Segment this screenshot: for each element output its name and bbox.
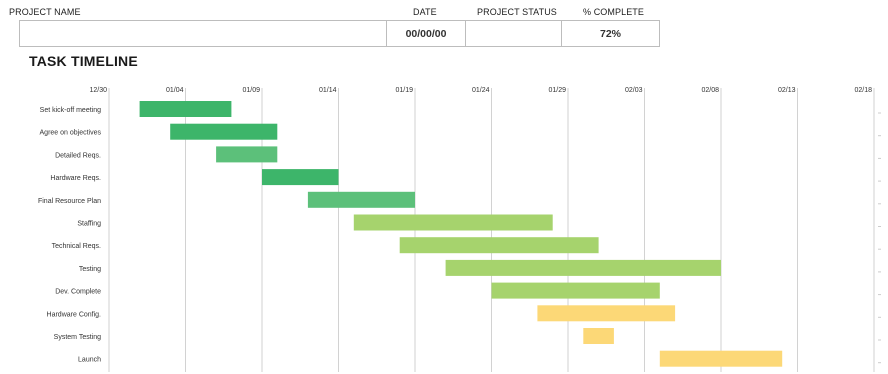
x-tick-label: 02/08 (701, 87, 719, 94)
task-label: Set kick-off meeting (40, 107, 101, 114)
x-tick-label: 02/18 (854, 87, 872, 94)
x-tick-label: 01/14 (319, 87, 337, 94)
task-label: Hardware Reqs. (50, 175, 101, 182)
task-bar[interactable] (491, 282, 660, 299)
task-label: Technical Reqs. (52, 243, 101, 250)
task-bar[interactable] (307, 191, 415, 208)
x-tick-label: 01/29 (548, 87, 566, 94)
task-bar[interactable] (170, 123, 278, 140)
task-label: Dev. Complete (55, 289, 101, 296)
gantt-chart: 12/30 01/04 01/09 01/14 01/19 01/24 01/29 02/03… (38, 87, 881, 372)
x-tick-label: 02/03 (625, 87, 643, 94)
task-bar[interactable] (659, 350, 783, 367)
task-bar[interactable] (139, 101, 232, 117)
task-bar[interactable] (445, 259, 721, 276)
task-bar[interactable] (353, 214, 553, 231)
task-label: Launch (78, 357, 101, 364)
task-label: Staffing (77, 221, 101, 228)
task-bar[interactable] (537, 305, 676, 322)
x-tick-label: 01/24 (472, 87, 490, 94)
task-label: Hardware Config. (47, 311, 102, 318)
task-label: Final Resource Plan (38, 198, 101, 205)
task-bar[interactable] (399, 237, 599, 254)
x-tick-label: 01/09 (242, 87, 260, 94)
task-label: Agree on objectives (40, 130, 102, 137)
x-tick-label: 12/30 (89, 87, 107, 94)
task-bar[interactable] (216, 146, 278, 163)
task-bar[interactable] (262, 169, 339, 186)
x-tick-label: 01/19 (395, 87, 413, 94)
x-tick-label: 01/04 (166, 87, 184, 94)
task-label: System Testing (54, 334, 101, 341)
task-label: Detailed Reqs. (55, 152, 101, 159)
x-tick-label: 02/13 (778, 87, 796, 94)
task-label: Testing (79, 266, 101, 273)
task-bar[interactable] (583, 328, 614, 344)
